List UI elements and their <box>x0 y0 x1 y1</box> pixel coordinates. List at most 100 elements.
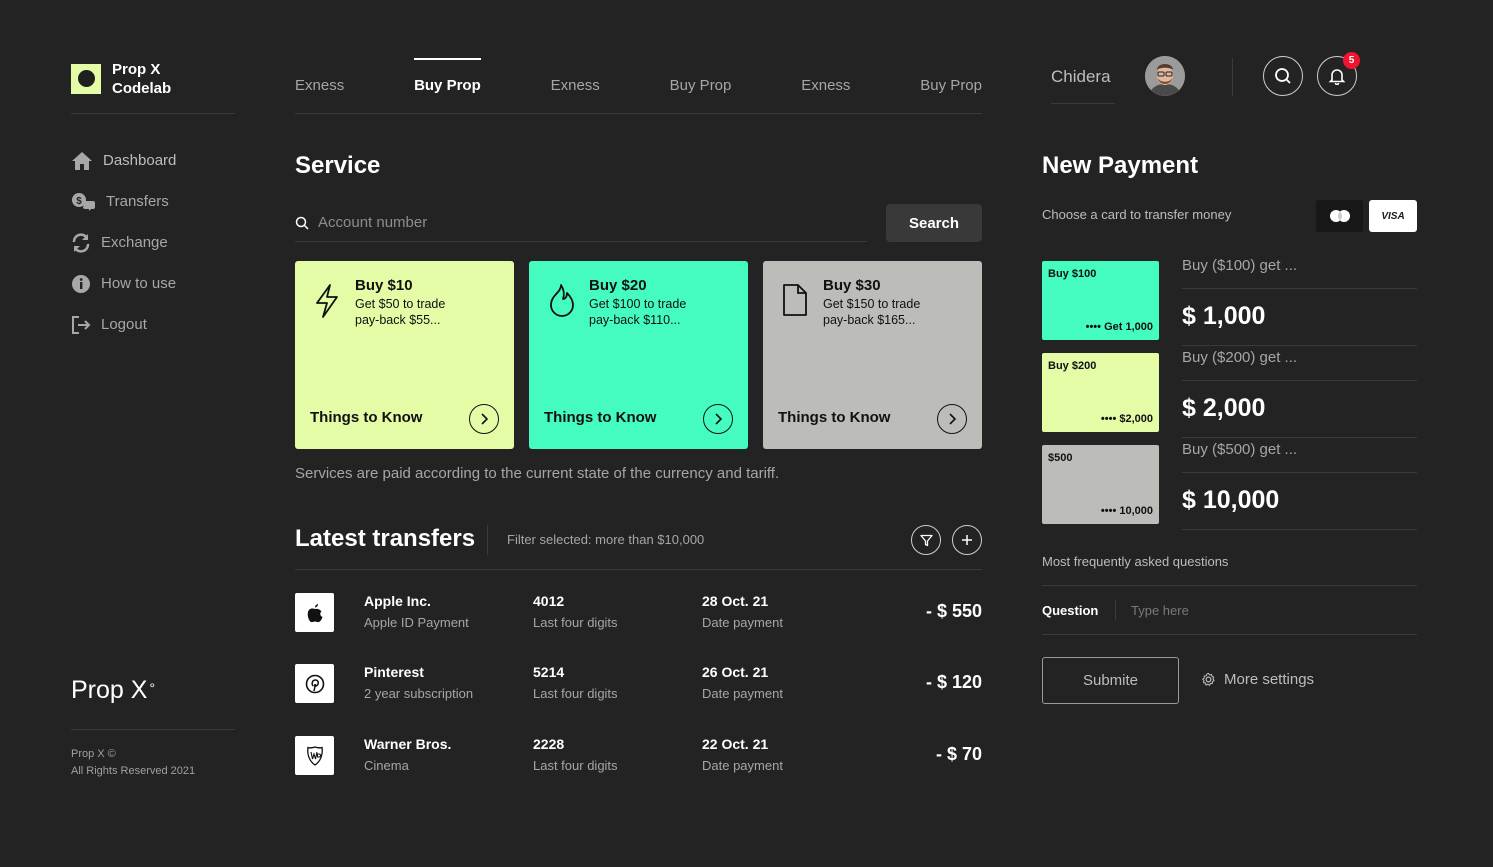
question-input[interactable] <box>1131 602 1391 618</box>
chevron-right-icon[interactable] <box>469 404 499 434</box>
tx-merchant-sub: Cinema <box>364 758 409 773</box>
things-to-know-label: Things to Know <box>778 409 891 426</box>
user-name[interactable]: Chidera <box>1051 58 1115 104</box>
apple-icon <box>295 593 334 632</box>
payment-card-200[interactable]: Buy $200 •••• $2,000 <box>1042 353 1159 432</box>
add-transfer-button[interactable] <box>952 525 982 555</box>
payment-separator <box>1182 472 1417 473</box>
notification-badge: 5 <box>1343 52 1360 69</box>
search-submit-button[interactable]: Search <box>886 204 982 242</box>
sidebar-item-exchange[interactable]: Exchange <box>71 232 176 253</box>
tx-digits-label: Last four digits <box>533 758 618 773</box>
tx-date: 22 Oct. 21 Date payment <box>702 736 783 773</box>
payment-amount: $ 2,000 <box>1182 394 1266 422</box>
sidebar-item-transfers[interactable]: $ Transfers <box>71 191 176 212</box>
search-button[interactable] <box>1263 56 1303 96</box>
tx-merchant-name: Warner Bros. <box>364 736 452 752</box>
filter-status: Filter selected: more than $10,000 <box>507 532 705 547</box>
submit-button[interactable]: Submite <box>1042 657 1179 704</box>
table-row[interactable]: Pinterest 2 year subscription 5214 Last … <box>295 664 982 704</box>
svg-text:$: $ <box>76 196 82 207</box>
payment-card-number: •••• Get 1,000 <box>1085 321 1153 333</box>
payment-separator <box>1182 288 1417 289</box>
table-row[interactable]: Apple Inc. Apple ID Payment 4012 Last fo… <box>295 593 982 633</box>
tab-buy-prop[interactable]: Buy Prop <box>414 58 481 113</box>
payment-card-number: •••• 10,000 <box>1100 505 1153 517</box>
payment-separator <box>1182 345 1417 346</box>
logout-icon <box>72 315 91 334</box>
footer-brand: Prop X ° <box>71 676 235 730</box>
tab-buy-prop[interactable]: Buy Prop <box>670 58 732 113</box>
brand-line1: Prop X <box>112 60 161 78</box>
service-card-desc-line: Get $100 to trade <box>589 297 687 311</box>
service-card-buy-30[interactable]: Buy $30 Get $150 to trade pay-back $165.… <box>763 261 982 449</box>
tab-exness[interactable]: Exness <box>295 58 344 113</box>
things-to-know-label: Things to Know <box>544 409 657 426</box>
sidebar-item-dashboard[interactable]: Dashboard <box>71 150 176 171</box>
question-label: Question <box>1042 602 1099 618</box>
home-icon <box>72 151 92 170</box>
question-row: Question <box>1042 585 1417 635</box>
filter-button[interactable] <box>911 525 941 555</box>
transfers-icon: $ <box>72 192 95 211</box>
chevron-right-icon[interactable] <box>937 404 967 434</box>
search-icon <box>1275 68 1291 84</box>
tx-digits-value: 2228 <box>533 736 565 752</box>
more-settings-label: More settings <box>1224 671 1315 688</box>
payment-buy-text: Buy ($200) get ... <box>1182 349 1298 366</box>
service-card-desc: Get $100 to trade pay-back $110... <box>589 296 734 328</box>
tx-digits: 5214 Last four digits <box>533 664 618 701</box>
tx-date-label: Date payment <box>702 758 783 773</box>
mastercard-icon <box>1329 210 1350 222</box>
sidebar-item-label: Dashboard <box>103 152 177 169</box>
payment-card-100[interactable]: Buy $100 •••• Get 1,000 <box>1042 261 1159 340</box>
tx-date-value: 28 Oct. 21 <box>702 593 769 609</box>
payment-card-label: Buy $100 <box>1048 268 1097 280</box>
service-card-desc: Get $150 to trade pay-back $165... <box>823 296 968 328</box>
service-card-desc-line: pay-back $165... <box>823 313 916 327</box>
payment-amount: $ 10,000 <box>1182 486 1280 514</box>
brand-logo[interactable]: Prop X Codelab <box>71 60 235 114</box>
brand-line2: Codelab <box>112 79 172 97</box>
mastercard-button[interactable] <box>1316 200 1363 232</box>
tx-merchant: Pinterest 2 year subscription <box>364 664 473 701</box>
filter-icon <box>919 534 933 546</box>
account-number-input[interactable] <box>318 214 838 231</box>
tx-date-label: Date payment <box>702 686 783 701</box>
pinterest-icon <box>295 664 334 703</box>
more-settings-button[interactable]: More settings <box>1201 671 1314 688</box>
tx-digits-value: 5214 <box>533 664 565 680</box>
tx-amount: - $ 120 <box>925 672 982 692</box>
payment-card-500[interactable]: $500 •••• 10,000 <box>1042 445 1159 524</box>
sidebar-item-label: Logout <box>101 316 147 333</box>
tx-date: 28 Oct. 21 Date payment <box>702 593 783 630</box>
tx-merchant: Apple Inc. Apple ID Payment <box>364 593 469 630</box>
tab-exness[interactable]: Exness <box>801 58 850 113</box>
chevron-right-icon[interactable] <box>703 404 733 434</box>
tx-date-value: 22 Oct. 21 <box>702 736 769 752</box>
tx-merchant-name: Pinterest <box>364 664 424 680</box>
tx-digits: 2228 Last four digits <box>533 736 618 773</box>
table-row[interactable]: Warner Bros. Cinema 2228 Last four digit… <box>295 736 982 776</box>
tx-amount: - $ 70 <box>935 744 982 764</box>
payment-amount: $ 1,000 <box>1182 302 1266 330</box>
sidebar-item-label: Transfers <box>106 193 169 210</box>
tab-buy-prop[interactable]: Buy Prop <box>920 58 982 113</box>
visa-button[interactable]: VISA <box>1369 200 1417 232</box>
tx-amount: - $ 550 <box>925 601 982 621</box>
avatar[interactable] <box>1145 56 1185 96</box>
payment-separator <box>1182 529 1417 530</box>
info-icon <box>72 274 90 293</box>
sidebar-item-how-to-use[interactable]: How to use <box>71 273 176 294</box>
sidebar-item-logout[interactable]: Logout <box>71 314 176 335</box>
service-card-desc-line: pay-back $110... <box>589 313 681 327</box>
tx-merchant: Warner Bros. Cinema <box>364 736 451 773</box>
bell-icon <box>1328 69 1346 85</box>
warner-icon <box>295 736 334 775</box>
logo-mark-icon <box>71 63 101 94</box>
tab-exness[interactable]: Exness <box>551 58 600 113</box>
service-card-buy-10[interactable]: Buy $10 Get $50 to trade pay-back $55...… <box>295 261 514 449</box>
service-card-buy-20[interactable]: Buy $20 Get $100 to trade pay-back $110.… <box>529 261 748 449</box>
tx-digits-label: Last four digits <box>533 686 618 701</box>
tx-digits: 4012 Last four digits <box>533 593 618 630</box>
